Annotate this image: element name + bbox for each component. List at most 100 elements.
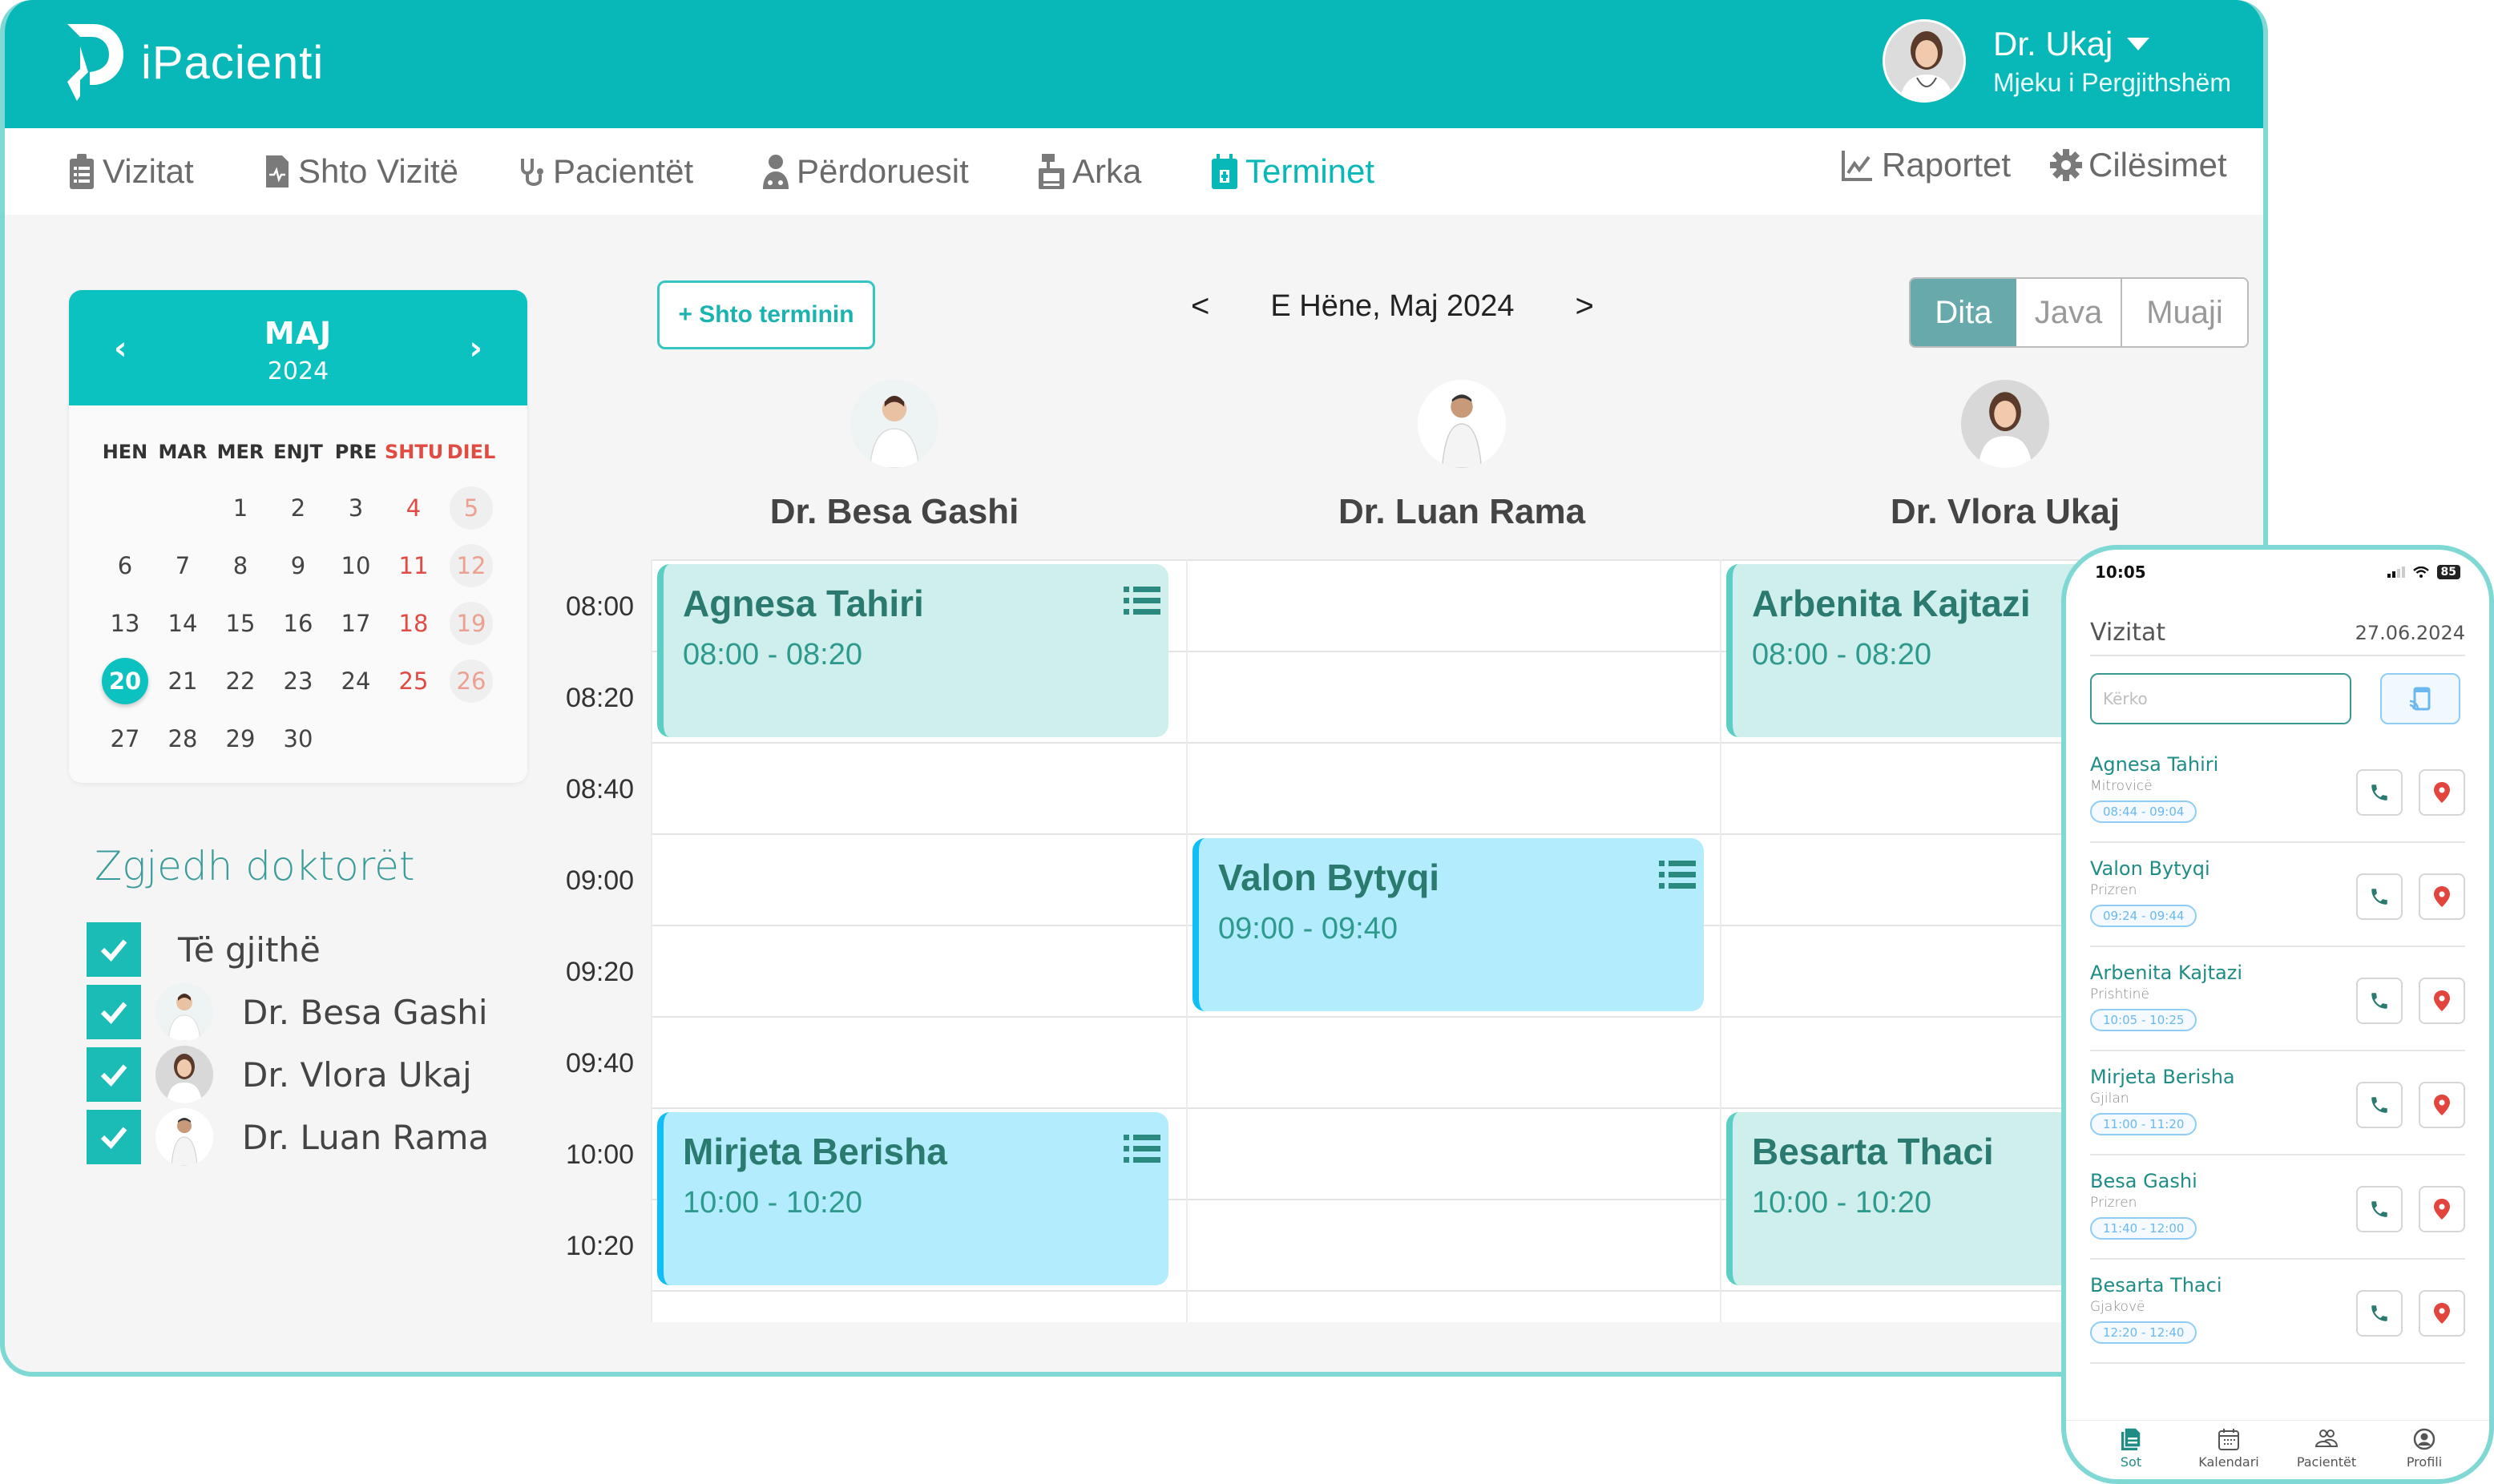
calendar-day[interactable]: 10: [327, 537, 385, 595]
appointment-time: 08:00 - 08:20: [683, 638, 862, 671]
calendar-day[interactable]: 11: [385, 537, 442, 595]
calendar-day[interactable]: 26: [442, 652, 500, 710]
list-menu-icon[interactable]: [1122, 1131, 1162, 1167]
appointment-card[interactable]: Valon Bytyqi 09:00 - 09:40: [1193, 838, 1704, 1011]
nav-vizitat[interactable]: Vizitat: [67, 152, 194, 191]
list-menu-icon[interactable]: [1122, 583, 1162, 619]
calendar-day[interactable]: 14: [154, 595, 212, 652]
checkbox-all[interactable]: [87, 922, 141, 977]
location-button[interactable]: [2419, 1186, 2465, 1232]
tab-sot[interactable]: Sot: [2087, 1421, 2175, 1478]
call-button[interactable]: [2356, 1082, 2403, 1128]
checkbox-doctor[interactable]: [87, 1047, 141, 1102]
grid-row-line: [651, 1290, 2254, 1292]
calendar-day[interactable]: 29: [212, 710, 269, 768]
location-button[interactable]: [2419, 1082, 2465, 1128]
calendar-day[interactable]: 16: [269, 595, 327, 652]
calendar-day[interactable]: 9: [269, 537, 327, 595]
day-number: 29: [225, 725, 256, 752]
call-button[interactable]: [2356, 1186, 2403, 1232]
ipacienti-logo-icon: [67, 24, 123, 101]
mobile-visit-item[interactable]: Besarta Thaci Gjakovë 12:20 - 12:40: [2090, 1260, 2465, 1364]
call-button[interactable]: [2356, 769, 2403, 816]
calendar-day[interactable]: 28: [154, 710, 212, 768]
location-button[interactable]: [2419, 769, 2465, 816]
calendar-day[interactable]: 6: [96, 537, 154, 595]
calendar-day[interactable]: 8: [212, 537, 269, 595]
calendar-day[interactable]: 13: [96, 595, 154, 652]
brand-logo[interactable]: iPacienti: [63, 24, 324, 101]
calendar-day[interactable]: 21: [154, 652, 212, 710]
calendar-month: MAJ: [264, 316, 333, 351]
mobile-visit-item[interactable]: Valon Bytyqi Prizren 09:24 - 09:44: [2090, 843, 2465, 947]
nav-terminet[interactable]: Terminet: [1210, 152, 1374, 191]
calendar-day[interactable]: 7: [154, 537, 212, 595]
calendar-day-selected[interactable]: 20: [96, 652, 154, 710]
calendar-day[interactable]: 17: [327, 595, 385, 652]
location-button[interactable]: [2419, 1290, 2465, 1337]
next-month-button[interactable]: ›: [470, 330, 482, 367]
next-day-button[interactable]: >: [1576, 288, 1594, 325]
calendar-day[interactable]: 15: [212, 595, 269, 652]
appointment-card[interactable]: Agnesa Tahiri 08:00 - 08:20: [657, 564, 1168, 737]
nav-raportet[interactable]: Raportet: [1840, 146, 2011, 184]
cast-button[interactable]: [2380, 673, 2460, 724]
mobile-visit-item[interactable]: Arbenita Kajtazi Prishtinë 10:05 - 10:25: [2090, 947, 2465, 1051]
view-week-button[interactable]: Java: [2016, 279, 2122, 346]
grid-row-line: [651, 1016, 2254, 1018]
tab-profili[interactable]: Profili: [2380, 1421, 2468, 1478]
nav-perdoruesit[interactable]: Përdoruesit: [761, 152, 969, 191]
tab-kalendari[interactable]: Kalendari: [2185, 1421, 2273, 1478]
calendar-day[interactable]: 24: [327, 652, 385, 710]
mobile-visit-item[interactable]: Agnesa Tahiri Mitrovicë 08:44 - 09:04: [2090, 739, 2465, 843]
calendar-day[interactable]: 25: [385, 652, 442, 710]
doctor-avatar: [155, 1108, 213, 1166]
web-app-window: iPacienti Dr. Ukaj Mjeku i Pergjithshëm: [0, 0, 2268, 1377]
user-menu[interactable]: Dr. Ukaj Mjeku i Pergjithshëm: [1883, 19, 2231, 103]
prev-day-button[interactable]: <: [1191, 288, 1209, 325]
time-slot-label: 09:40: [566, 1048, 635, 1079]
add-file-icon: [266, 155, 289, 188]
checkbox-doctor[interactable]: [87, 1110, 141, 1164]
calendar-day[interactable]: 22: [212, 652, 269, 710]
call-button[interactable]: [2356, 873, 2403, 920]
location-button[interactable]: [2419, 978, 2465, 1024]
nav-arka[interactable]: Arka: [1037, 152, 1141, 191]
chevron-down-icon[interactable]: [2127, 37, 2150, 50]
tab-pacientet[interactable]: Pacientët: [2282, 1421, 2371, 1478]
add-appointment-button[interactable]: + Shto terminin: [657, 280, 875, 349]
calendar-day[interactable]: 4: [385, 479, 442, 537]
mobile-visit-item[interactable]: Mirjeta Berisha Gjilan 11:00 - 11:20: [2090, 1051, 2465, 1155]
main-navbar: Vizitat Shto Vizitë Pacientët Përdoruesi…: [5, 128, 2263, 215]
calendar-day[interactable]: 3: [327, 479, 385, 537]
prev-month-button[interactable]: ‹: [114, 330, 127, 367]
list-menu-icon[interactable]: [1657, 857, 1697, 893]
view-day-button[interactable]: Dita: [1911, 279, 2016, 346]
nav-shto-vizite[interactable]: Shto Vizitë: [263, 152, 458, 191]
mobile-visit-item[interactable]: Besa Gashi Prizren 11:40 - 12:00: [2090, 1155, 2465, 1260]
appointment-card[interactable]: Mirjeta Berisha 10:00 - 10:20: [657, 1112, 1168, 1285]
location-button[interactable]: [2419, 873, 2465, 920]
calendar-day[interactable]: 12: [442, 537, 500, 595]
calendar-day[interactable]: 2: [269, 479, 327, 537]
mobile-search-input[interactable]: [2090, 673, 2351, 724]
tab-label: Kalendari: [2198, 1454, 2259, 1470]
calendar-day[interactable]: 1: [212, 479, 269, 537]
calendar-day[interactable]: 27: [96, 710, 154, 768]
checkbox-doctor[interactable]: [87, 985, 141, 1039]
nav-cilesimet[interactable]: Cilësimet: [2050, 146, 2227, 184]
call-button[interactable]: [2356, 978, 2403, 1024]
column-header-doctor: Dr. Vlora Ukaj: [1741, 380, 2263, 532]
appointment-patient: Agnesa Tahiri: [683, 583, 924, 624]
mobile-title: Vizitat: [2090, 619, 2166, 647]
calendar-day[interactable]: 19: [442, 595, 500, 652]
calendar-day[interactable]: 5: [442, 479, 500, 537]
schedule-grid[interactable]: Agnesa Tahiri 08:00 - 08:20 Valon Bytyqi 09…: [651, 559, 2263, 1322]
call-button[interactable]: [2356, 1290, 2403, 1337]
calendar-day[interactable]: 23: [269, 652, 327, 710]
view-month-button[interactable]: Muaji: [2122, 279, 2247, 346]
nav-pacientet[interactable]: Pacientët: [518, 152, 693, 191]
calendar-day[interactable]: 30: [269, 710, 327, 768]
calendar-day[interactable]: 18: [385, 595, 442, 652]
day-number: 3: [348, 494, 364, 522]
